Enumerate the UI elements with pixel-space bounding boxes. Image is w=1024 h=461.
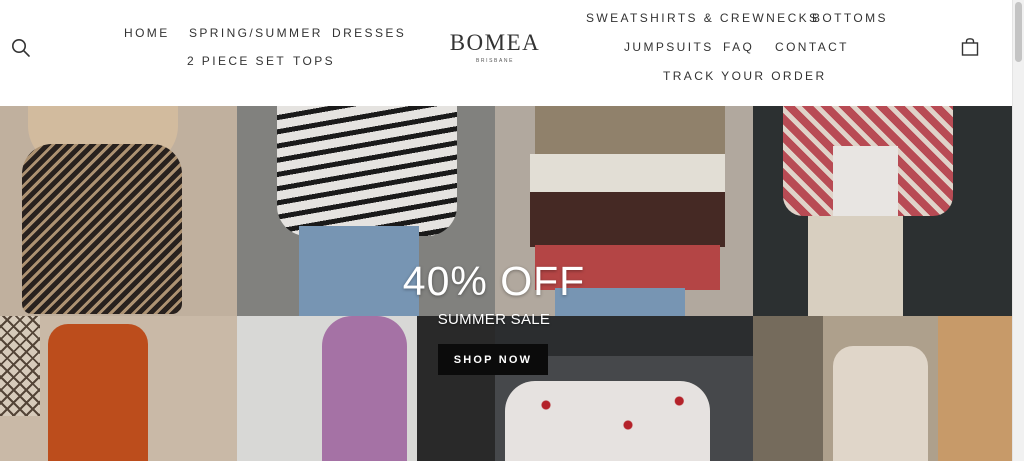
- hero-banner[interactable]: 40% OFF SUMMER SALE SHOP NOW: [0, 106, 1012, 461]
- nav-track-your-order[interactable]: TRACK YOUR ORDER: [663, 69, 827, 83]
- page-scrollbar[interactable]: [1012, 0, 1024, 461]
- nav-2-piece-set[interactable]: 2 PIECE SET: [187, 54, 286, 68]
- nav-bottoms[interactable]: BOTTOMS: [812, 11, 888, 25]
- logo-wordmark: BOMEA: [449, 30, 541, 55]
- hero-subtitle: SUMMER SALE: [437, 311, 551, 328]
- nav-home[interactable]: HOME: [124, 26, 170, 40]
- nav-sweatshirts-crewnecks[interactable]: SWEATSHIRTS & CREWNECKS: [586, 11, 819, 25]
- logo-tagline: BRISBANE: [475, 58, 515, 64]
- scrollbar-thumb[interactable]: [1015, 2, 1022, 62]
- nav-faq[interactable]: FAQ: [723, 40, 754, 54]
- site-header: HOME SPRING/SUMMER DRESSES 2 PIECE SET T…: [0, 0, 1012, 106]
- shop-now-button[interactable]: SHOP NOW: [438, 344, 548, 375]
- nav-jumpsuits[interactable]: JUMPSUITS: [624, 40, 714, 54]
- shopping-bag-icon[interactable]: [960, 37, 980, 57]
- search-icon[interactable]: [11, 38, 31, 58]
- nav-dresses[interactable]: DRESSES: [332, 26, 406, 40]
- hero-title: 40% OFF: [402, 258, 586, 304]
- nav-contact[interactable]: CONTACT: [775, 40, 849, 54]
- nav-tops[interactable]: TOPS: [293, 54, 335, 68]
- brand-logo[interactable]: BOMEA BRISBANE: [445, 30, 545, 64]
- nav-spring-summer[interactable]: SPRING/SUMMER: [189, 26, 323, 40]
